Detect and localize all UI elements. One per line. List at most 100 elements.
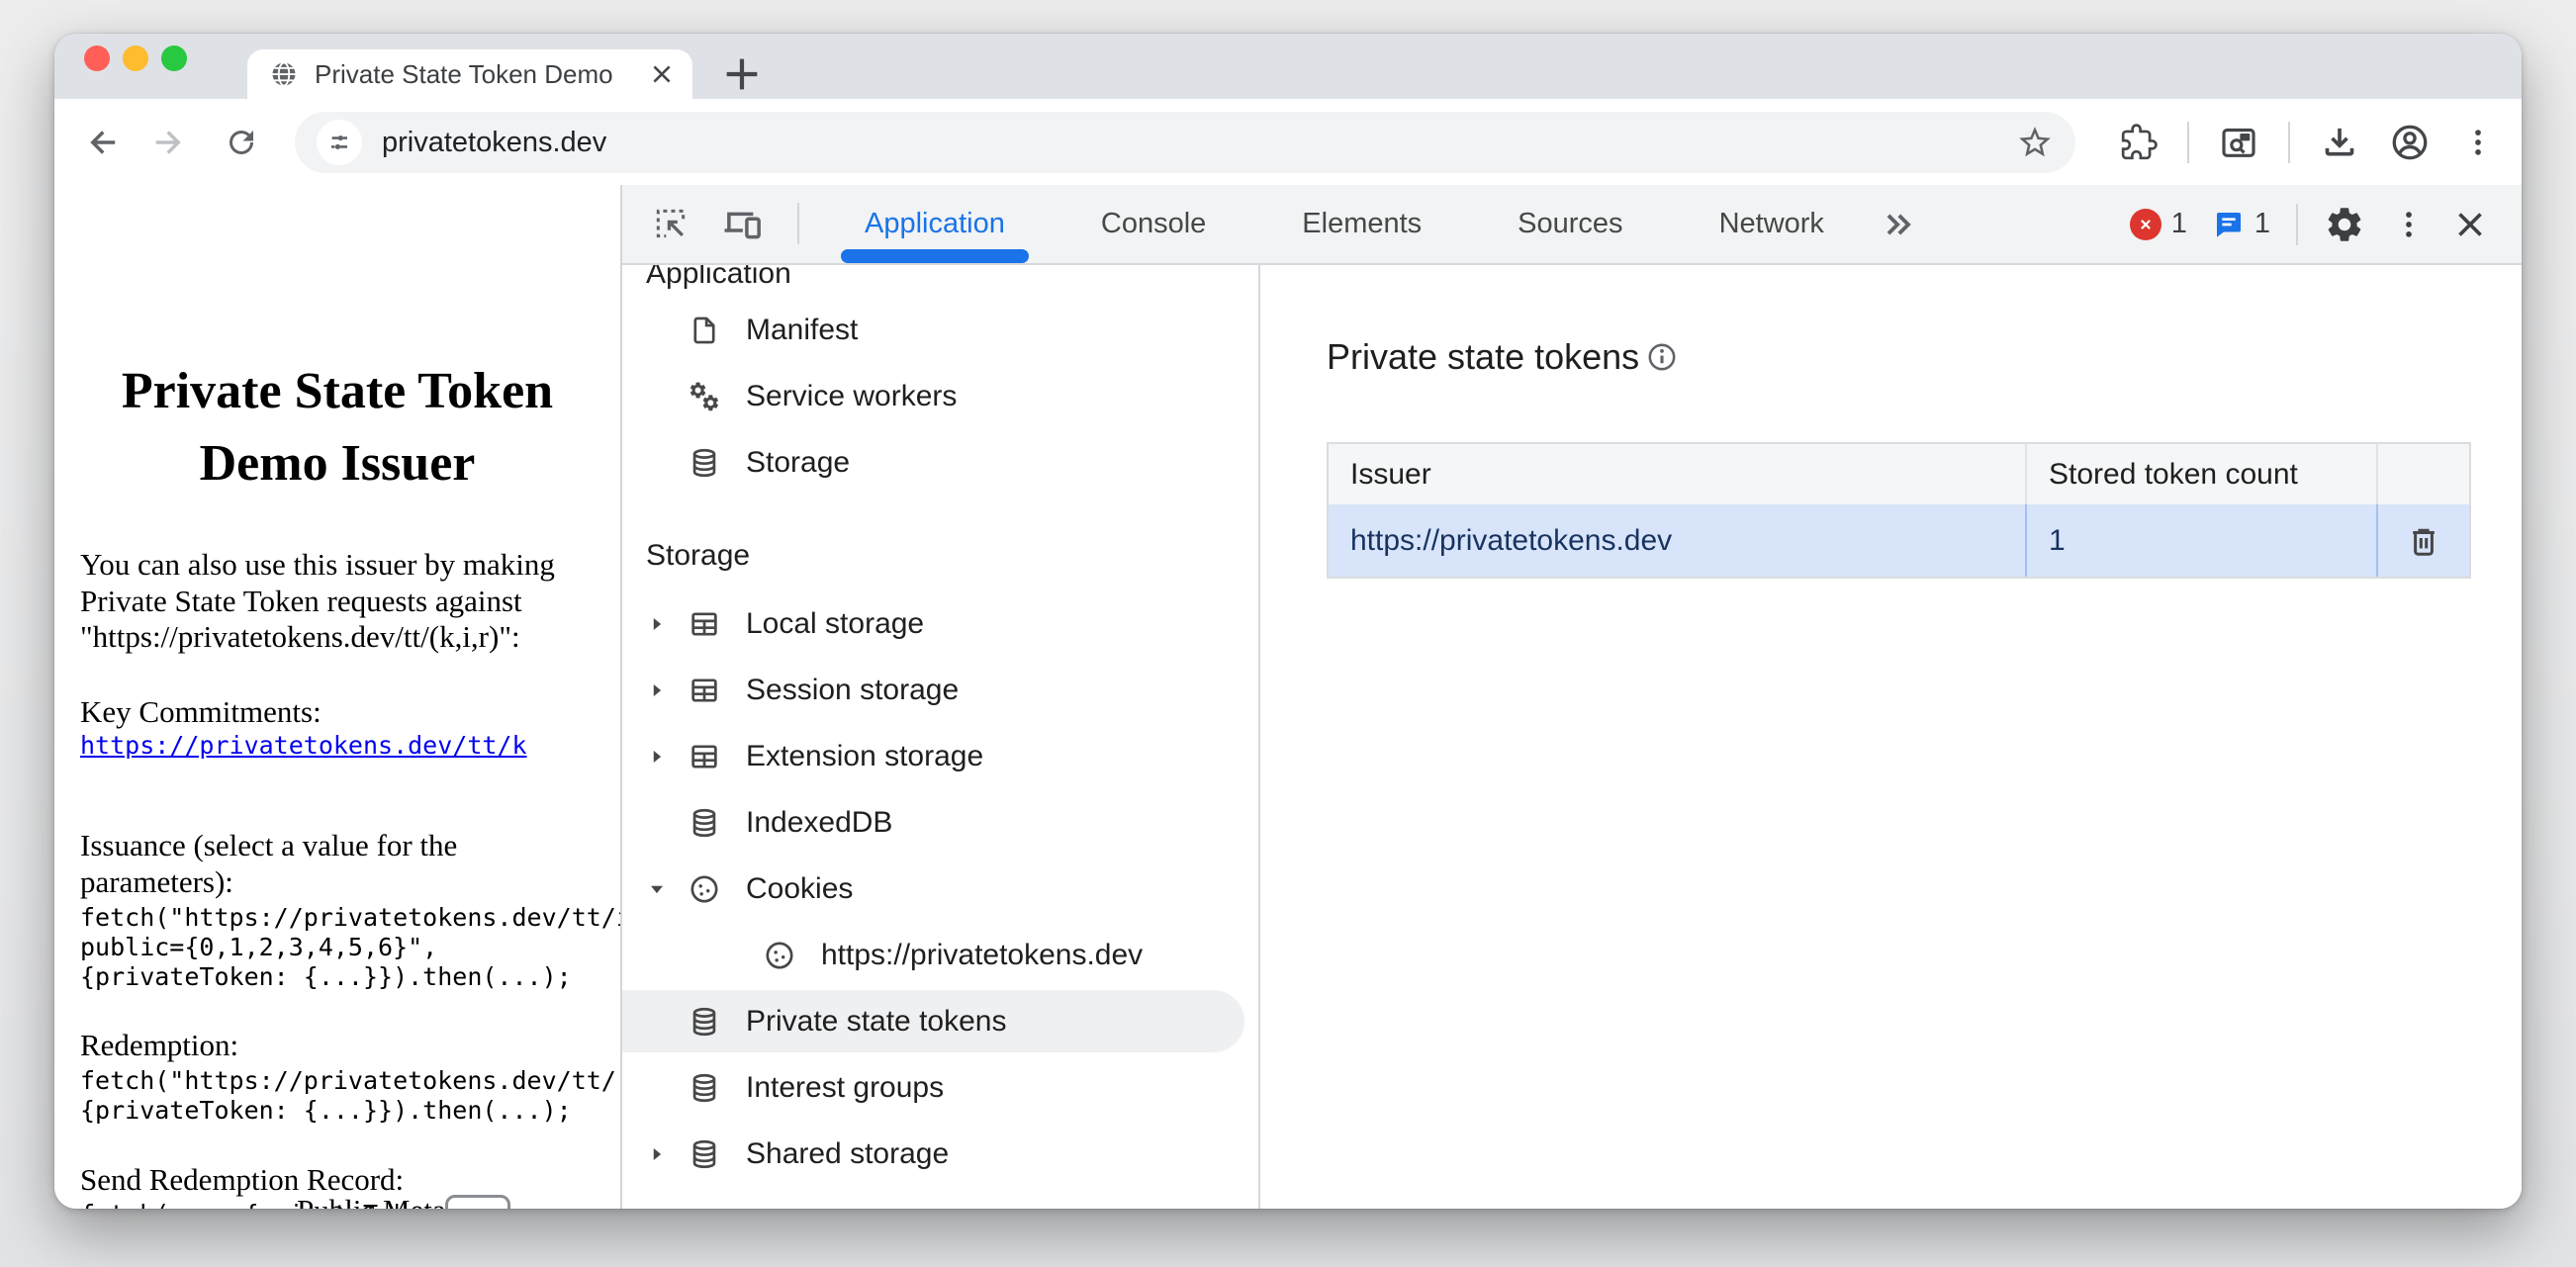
devtools-close-icon[interactable]: [2452, 207, 2488, 242]
devtools-tabs: Application Console Elements Sources Network: [865, 185, 1918, 263]
sidebar-item-label: Service workers: [746, 380, 957, 413]
minimize-window-button[interactable]: [123, 45, 148, 71]
more-tabs-chevron-icon[interactable]: [1879, 205, 1918, 244]
new-tab-button[interactable]: [719, 51, 765, 97]
pane-title: Private state tokens: [1327, 336, 1639, 378]
toolbar-divider: [2187, 122, 2189, 163]
tab-close-icon[interactable]: [649, 61, 675, 87]
db-icon: [688, 446, 721, 480]
sidebar-item-label: Interest groups: [746, 1071, 944, 1105]
address-bar[interactable]: privatetokens.dev: [295, 112, 2075, 173]
delete-trash-icon[interactable]: [2406, 523, 2441, 559]
toolbar-divider: [2288, 122, 2290, 163]
url-text[interactable]: privatetokens.dev: [382, 127, 2016, 159]
token-count-cell: 1: [2027, 504, 2378, 577]
sidebar-item-label: Cookies: [746, 872, 853, 906]
tab-title: Private State Token Demo: [315, 59, 649, 90]
close-window-button[interactable]: [84, 45, 110, 71]
sidebar-item-label: Manifest: [746, 314, 858, 347]
actions-cell: [2378, 504, 2469, 577]
page-intro: You can also use this issuer by making P…: [80, 547, 608, 656]
devtools-tab-sources[interactable]: Sources: [1518, 208, 1622, 240]
sidebar-item-service-workers[interactable]: Service workers: [622, 363, 1258, 429]
key-commitments-link[interactable]: https://privatetokens.dev/tt/k: [80, 731, 527, 760]
tune-icon: [323, 127, 355, 158]
devtools-divider: [2296, 204, 2298, 245]
bookmark-star-icon[interactable]: [2016, 124, 2054, 161]
gears-icon: [688, 380, 721, 413]
devtools-tab-console[interactable]: Console: [1101, 208, 1206, 240]
chevron-down-icon[interactable]: [646, 878, 668, 900]
sidebar-item-label: Session storage: [746, 674, 959, 707]
sidebar-item-local-storage[interactable]: Local storage: [622, 590, 1258, 657]
db-icon: [688, 1137, 721, 1171]
issuance-label: Issuance (select a value for the paramet…: [80, 828, 575, 900]
db-icon: [688, 1071, 721, 1105]
back-icon[interactable]: [83, 125, 119, 160]
chevron-right-icon[interactable]: [646, 1143, 668, 1165]
profile-icon[interactable]: [2389, 122, 2431, 163]
sidebar-item-extension-storage[interactable]: Extension storage: [622, 723, 1258, 789]
public-metadata-input[interactable]: [445, 1195, 510, 1209]
issuer-cell: https://privatetokens.dev: [1329, 504, 2027, 577]
site-settings-button[interactable]: [317, 120, 362, 165]
devtools-tab-network[interactable]: Network: [1719, 208, 1824, 240]
table-icon: [688, 674, 721, 707]
column-header-stored-token-count: Stored token count: [2027, 444, 2378, 504]
message-count: 1: [2254, 208, 2270, 240]
forward-icon[interactable]: [152, 125, 188, 160]
sidebar-item-https-privatetokens-dev[interactable]: https://privatetokens.dev: [622, 922, 1258, 988]
reload-icon[interactable]: [224, 125, 259, 160]
sidebar-item-manifest[interactable]: Manifest: [622, 297, 1258, 363]
error-count: 1: [2171, 208, 2187, 240]
devtools-toolbar-right: 1 1: [2130, 185, 2488, 263]
maximize-window-button[interactable]: [161, 45, 187, 71]
devtools-settings-gear-icon[interactable]: [2324, 204, 2365, 245]
browser-toolbar: privatetokens.dev: [54, 99, 2522, 187]
inspect-element-icon[interactable]: [652, 205, 690, 242]
info-icon[interactable]: [1645, 340, 1679, 374]
column-header-issuer: Issuer: [1329, 444, 2027, 504]
devtools-main-pane: Private state tokens IssuerStored token …: [1262, 263, 2522, 1209]
file-icon: [688, 314, 721, 347]
sidebar-item-shared-storage[interactable]: Shared storage: [622, 1121, 1258, 1187]
chevron-right-icon[interactable]: [646, 746, 668, 768]
sidebar-item-storage[interactable]: Storage: [622, 429, 1258, 496]
sidebar-item-label: Extension storage: [746, 740, 983, 773]
web-page: Private State Token Demo Issuer You can …: [54, 185, 620, 1209]
devtools-toolbar: Application Console Elements Sources Network…: [622, 185, 2522, 265]
sidebar-item-label: Local storage: [746, 607, 924, 641]
sidebar-section-storage: Storage: [622, 496, 1258, 590]
page-title: Private State Token Demo Issuer: [54, 355, 620, 499]
message-badge-icon[interactable]: [2213, 209, 2245, 240]
sidebar-item-private-state-tokens[interactable]: Private state tokens: [622, 988, 1258, 1054]
column-header-actions: [2378, 444, 2469, 504]
search-tabs-icon[interactable]: [2219, 123, 2258, 162]
table-row[interactable]: https://privatetokens.dev1: [1329, 504, 2469, 577]
chevron-right-icon[interactable]: [646, 679, 668, 701]
sidebar-item-cookies[interactable]: Cookies: [622, 856, 1258, 922]
chevron-right-icon[interactable]: [646, 613, 668, 635]
browser-window: Private State Token Demo privatetokens.d…: [54, 34, 2522, 1209]
device-toolbar-icon[interactable]: [721, 203, 763, 244]
db-icon: [688, 806, 721, 840]
menu-kebab-icon[interactable]: [2460, 125, 2496, 160]
extensions-icon[interactable]: [2120, 124, 2158, 161]
tokens-table: IssuerStored token counthttps://privatet…: [1327, 442, 2471, 579]
table-icon: [688, 740, 721, 773]
sidebar-item-indexeddb[interactable]: IndexedDB: [622, 789, 1258, 856]
devtools-tab-elements[interactable]: Elements: [1302, 208, 1422, 240]
sidebar-item-label: Shared storage: [746, 1137, 949, 1171]
devtools-kebab-icon[interactable]: [2391, 207, 2427, 242]
redemption-label: Redemption:: [80, 1028, 238, 1064]
globe-favicon-icon: [269, 59, 299, 89]
error-badge-icon[interactable]: [2130, 209, 2162, 240]
downloads-icon[interactable]: [2320, 123, 2359, 162]
devtools-panel: Application Console Elements Sources Network…: [620, 185, 2522, 1209]
devtools-tab-application[interactable]: Application: [865, 208, 1005, 240]
browser-tab[interactable]: Private State Token Demo: [247, 49, 692, 99]
table-header-row: IssuerStored token count: [1329, 444, 2469, 504]
sidebar-item-interest-groups[interactable]: Interest groups: [622, 1054, 1258, 1121]
sidebar-item-session-storage[interactable]: Session storage: [622, 657, 1258, 723]
application-sidebar: ApplicationManifestService workersStorag…: [622, 263, 1260, 1209]
